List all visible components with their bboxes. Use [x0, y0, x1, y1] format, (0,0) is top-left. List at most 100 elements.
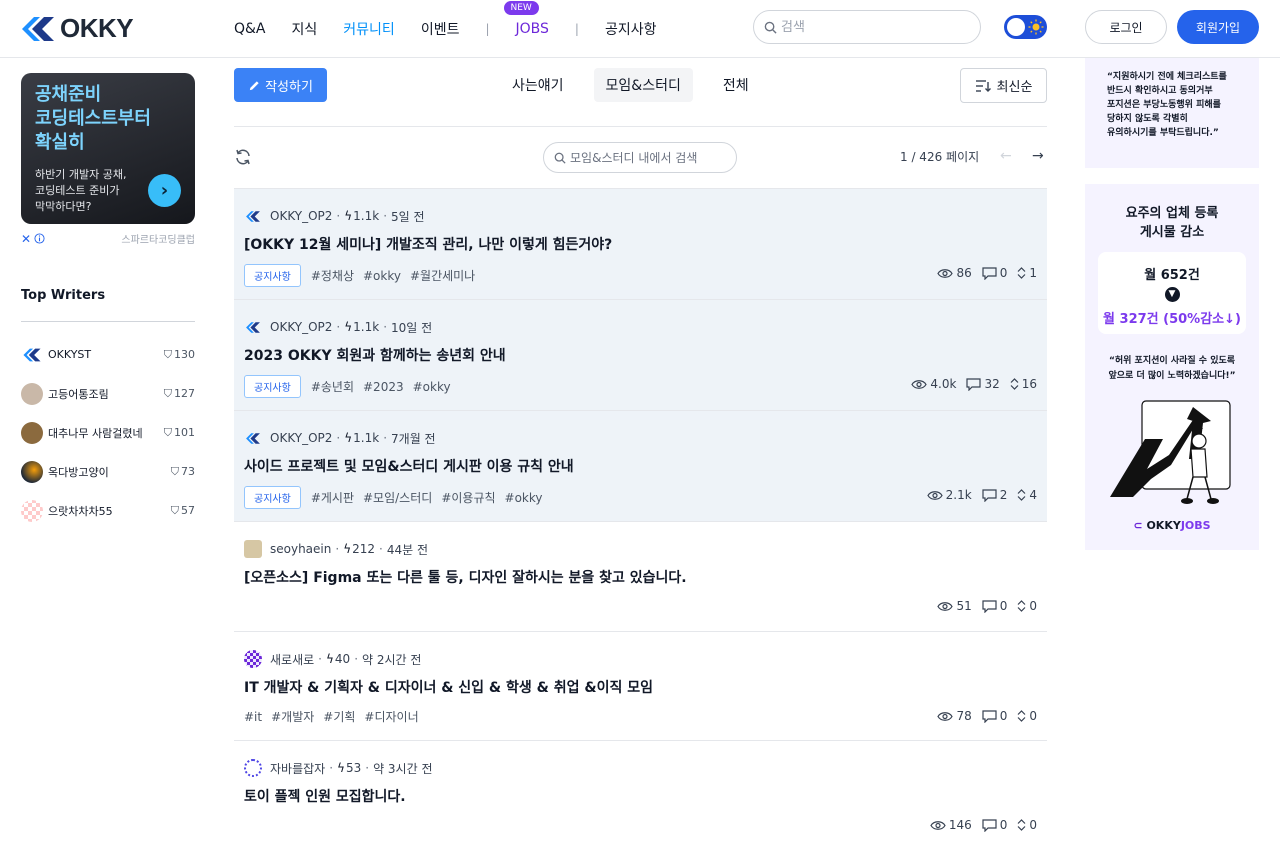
tag[interactable]: #디자이너 [364, 708, 418, 725]
writer-item[interactable]: OKKYST ⛉ 130 [21, 335, 195, 374]
ad-banner[interactable]: 공채준비 코딩테스트부터 확실히 하반기 개발자 공채, 코딩테스트 준비가 막… [21, 73, 195, 224]
vote-count: 4 [1029, 488, 1037, 502]
post-item[interactable]: 자바를잡자 · ϟ 53 · 약 3시간 전 토이 플젝 인원 모집합니다. 146 … [234, 740, 1047, 843]
post-title[interactable]: IT 개발자 & 기획자 & 디자이너 & 신입 & 학생 & 취업 &이직 모… [244, 677, 653, 697]
ad-title-line: 공채준비 [35, 84, 102, 105]
post-meta: OKKY_OP2 · ϟ 1.1k · 5일 전 [244, 207, 425, 225]
main-nav: Q&A 지식 커뮤니티 이벤트 | NEW JOBS | 공지사항 [234, 0, 682, 58]
arrow-right-icon[interactable]: → [1032, 148, 1044, 164]
signup-button[interactable]: 회원가입 [1177, 10, 1259, 44]
post-author[interactable]: 자바를잡자 [270, 760, 325, 777]
eye-icon [937, 268, 954, 278]
avatar [21, 382, 43, 405]
tag[interactable]: #okky [505, 491, 543, 505]
post-points: 53 [345, 761, 362, 775]
tab-meetup-study[interactable]: 모임&스터디 [593, 68, 693, 102]
tag[interactable]: #이용규칙 [441, 489, 495, 506]
write-button[interactable]: 작성하기 [234, 68, 327, 102]
eye-icon [926, 490, 943, 500]
nav-knowledge[interactable]: 지식 [292, 19, 318, 39]
nav-community[interactable]: 커뮤니티 [343, 19, 395, 39]
tag[interactable]: #okky [413, 380, 451, 394]
post-item[interactable]: 새로새로 · ϟ 40 · 약 2시간 전 IT 개발자 & 기획자 & 디자이너 &… [234, 631, 1047, 740]
writer-score-value: 57 [181, 504, 195, 517]
writer-item[interactable]: 옥다방고양이 ⛉ 73 [21, 452, 195, 491]
login-button[interactable]: 로그인 [1085, 10, 1167, 44]
global-search-input[interactable] [781, 19, 961, 35]
post-title[interactable]: 사이드 프로젝트 및 모임&스터디 게시판 이용 규칙 안내 [244, 456, 574, 476]
tag[interactable]: #월간세미나 [410, 267, 475, 284]
writer-item[interactable]: 고등어통조림 ⛉ 127 [21, 374, 195, 413]
board-search-input[interactable] [570, 150, 730, 165]
post-stats: 4.0k 32 16 [901, 377, 1037, 391]
post-tags: 공지사항 #송년회 #2023 #okky [244, 375, 460, 398]
jobs-notice-banner[interactable]: “지원하시기 전에 체크리스트를 반드시 확인하시고 동의거부 포지션은 부당노… [1085, 58, 1259, 168]
post-title[interactable]: 토이 플젝 인원 모집합니다. [244, 786, 406, 806]
tag[interactable]: #정채상 [311, 267, 354, 284]
view-count: 86 [956, 266, 972, 280]
okky-logo[interactable]: OKKY [20, 13, 134, 44]
ad-arrow-right-icon[interactable]: › [148, 174, 181, 207]
promo-title-line: 게시물 감소 [1139, 225, 1205, 240]
board-search[interactable] [543, 142, 737, 173]
nav-event[interactable]: 이벤트 [421, 19, 460, 39]
ad-advertiser[interactable]: 스파르타코딩클럽 [121, 231, 195, 246]
tag[interactable]: #기획 [323, 708, 355, 725]
close-icon[interactable]: ✕ [21, 232, 31, 246]
nav-notice[interactable]: 공지사항 [605, 19, 657, 39]
post-item[interactable]: OKKY_OP2 · ϟ 1.1k · 10일 전 2023 OKKY 회원과 함께하… [234, 299, 1047, 410]
tab-all[interactable]: 전체 [711, 68, 761, 102]
post-time: 약 3시간 전 [373, 761, 433, 776]
pencil-icon [249, 80, 259, 90]
tag[interactable]: #송년회 [311, 378, 354, 395]
vote-count: 0 [1029, 599, 1037, 613]
vote-arrows-icon [1017, 819, 1026, 831]
post-title[interactable]: [OKKY 12월 세미나] 개발조직 관리, 나만 이렇게 힘든거야? [244, 234, 612, 254]
post-author[interactable]: seoyhaein [270, 542, 331, 556]
nav-qna[interactable]: Q&A [234, 21, 266, 37]
post-item[interactable]: OKKY_OP2 · ϟ 1.1k · 7개월 전 사이드 프로젝트 및 모임&스터디… [234, 410, 1047, 521]
refresh-icon[interactable] [234, 148, 252, 166]
info-icon[interactable] [34, 232, 45, 244]
sort-button[interactable]: 최신순 [960, 68, 1047, 103]
tag[interactable]: #okky [363, 269, 401, 283]
tag[interactable]: #모임/스터디 [363, 489, 432, 506]
medal-icon: ⛉ [163, 386, 172, 400]
tab-life[interactable]: 사는얘기 [500, 68, 576, 102]
writer-name: 대추나무 사람걸렸네 [48, 426, 143, 440]
tag[interactable]: #개발자 [271, 708, 314, 725]
global-search[interactable] [753, 10, 981, 44]
medal-icon: ⛉ [163, 347, 172, 361]
jobs-promo-banner[interactable]: 요주의 업체 등록 게시물 감소 월 652건 ▼ 월 327건 (50%감소↓… [1085, 184, 1259, 550]
ad-subtitle: 하반기 개발자 공채, 코딩테스트 준비가 막막하다면? [35, 167, 126, 215]
post-item[interactable]: OKKY_OP2 · ϟ 1.1k · 5일 전 [OKKY 12월 세미나] 개발조… [234, 188, 1047, 299]
vote-count: 0 [1029, 818, 1037, 832]
writer-item[interactable]: 으랏차차차55 ⛉ 57 [21, 491, 195, 530]
bolt-icon: ϟ [326, 652, 334, 666]
arrow-left-icon[interactable]: ← [1000, 148, 1012, 164]
tag[interactable]: #it [244, 710, 262, 724]
post-item[interactable]: seoyhaein · ϟ 212 · 44분 전 [오픈소스] Figma 또는 다… [234, 521, 1047, 631]
post-author[interactable]: OKKY_OP2 [270, 431, 332, 445]
post-time: 10일 전 [391, 320, 433, 335]
post-tags: #it #개발자 #기획 #디자이너 [244, 708, 428, 725]
post-author[interactable]: OKKY_OP2 [270, 320, 332, 334]
tag[interactable]: #게시판 [311, 489, 354, 506]
post-stats: 78 0 0 [927, 709, 1037, 723]
post-author[interactable]: OKKY_OP2 [270, 209, 332, 223]
bolt-icon: ϟ [344, 431, 353, 445]
avatar [21, 499, 43, 522]
tag[interactable]: #2023 [363, 380, 404, 394]
bolt-icon: ϟ [343, 542, 352, 556]
post-author[interactable]: 새로새로 [270, 651, 314, 668]
nav-jobs[interactable]: NEW JOBS [503, 1, 549, 37]
theme-toggle[interactable] [1004, 15, 1047, 39]
post-title[interactable]: 2023 OKKY 회원과 함께하는 송년회 안내 [244, 345, 506, 365]
post-title[interactable]: [오픈소스] Figma 또는 다른 툴 등, 디자인 잘하시는 분을 찾고 있… [244, 567, 687, 587]
okky-avatar-icon [244, 207, 262, 225]
writer-item[interactable]: 대추나무 사람걸렸네 ⛉ 101 [21, 413, 195, 452]
post-list: OKKY_OP2 · ϟ 1.1k · 5일 전 [OKKY 12월 세미나] 개발조… [234, 188, 1047, 843]
writer-name: 으랏차차차55 [48, 504, 113, 518]
avatar [21, 421, 43, 444]
post-tags: 공지사항 #게시판 #모임/스터디 #이용규칙 #okky [244, 486, 552, 509]
